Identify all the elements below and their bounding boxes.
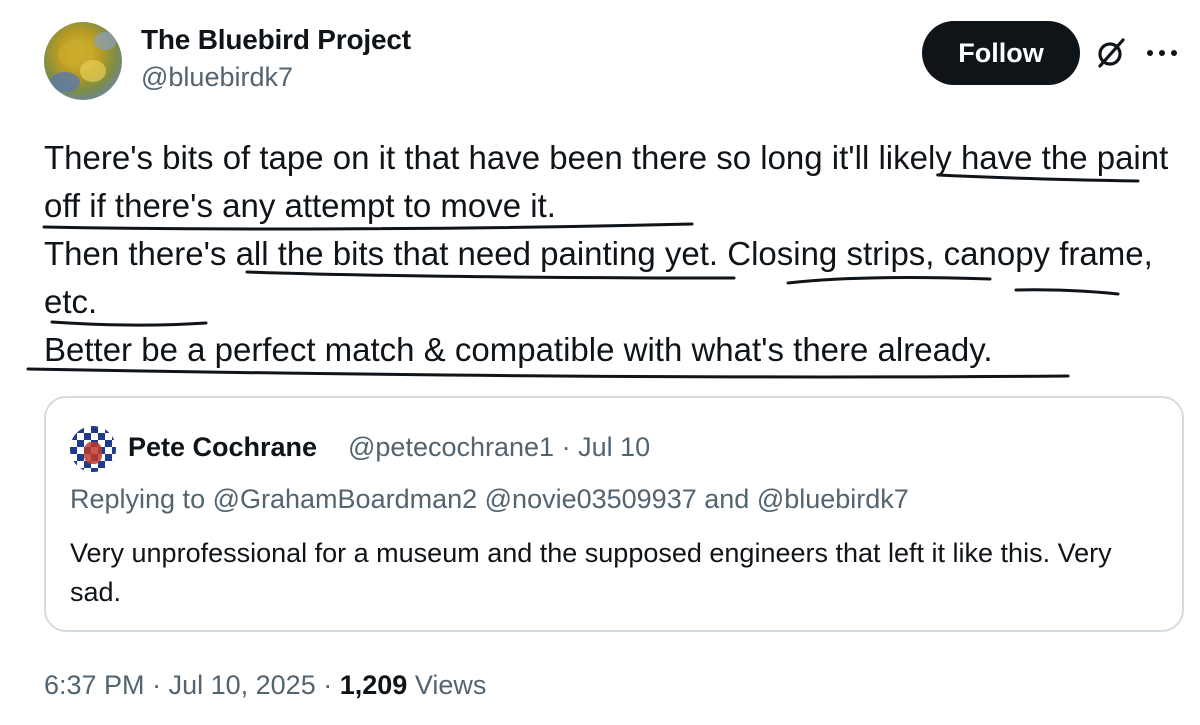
post-time[interactable]: 6:37 PM (44, 670, 145, 700)
quote-author-avatar[interactable] (70, 426, 116, 472)
quote-date: Jul 10 (578, 432, 651, 462)
footer-separator: · (323, 670, 333, 700)
tweet-footer-meta: 6:37 PM · Jul 10, 2025 · 1,209 Views (44, 670, 486, 701)
quote-author-handle: @petecochrane1 (348, 432, 555, 462)
quote-meta: @petecochrane1 · Jul 10 (348, 432, 650, 463)
replying-handles[interactable]: @GrahamBoardman2 @novie03509937 (213, 484, 697, 514)
tweet-line: Then there's all the bits that need pain… (44, 235, 1153, 320)
author-avatar[interactable] (44, 22, 122, 100)
more-horizontal-icon[interactable] (1142, 36, 1182, 70)
tweet-line: Better be a perfect match & compatible w… (44, 331, 993, 368)
post-date[interactable]: Jul 10, 2025 (169, 670, 316, 700)
tweet-text: There's bits of tape on it that have bee… (44, 134, 1174, 374)
views-count: 1,209 (339, 670, 408, 700)
replying-to-line: Replying to @GrahamBoardman2 @novie03509… (70, 484, 909, 515)
views-label: Views (414, 670, 487, 700)
footer-separator: · (152, 670, 162, 700)
author-handle[interactable]: @bluebirdk7 (141, 62, 293, 93)
follow-button[interactable]: Follow (922, 21, 1080, 85)
quote-separator: · (561, 432, 571, 462)
grok-slash-icon[interactable] (1094, 36, 1128, 70)
quote-author-name: Pete Cochrane (128, 432, 318, 462)
replying-last-handle[interactable]: @bluebirdk7 (757, 484, 909, 514)
replying-prefix: Replying to (70, 484, 206, 514)
quote-text: Very unprofessional for a museum and the… (70, 538, 1112, 607)
tweet-line: There's bits of tape on it that have bee… (44, 139, 1169, 224)
author-display-name[interactable]: The Bluebird Project (141, 24, 411, 56)
replying-and: and (704, 484, 750, 514)
quoted-tweet-card[interactable]: Pete Cochrane @petecochrane1 · Jul 10 Re… (44, 396, 1184, 632)
